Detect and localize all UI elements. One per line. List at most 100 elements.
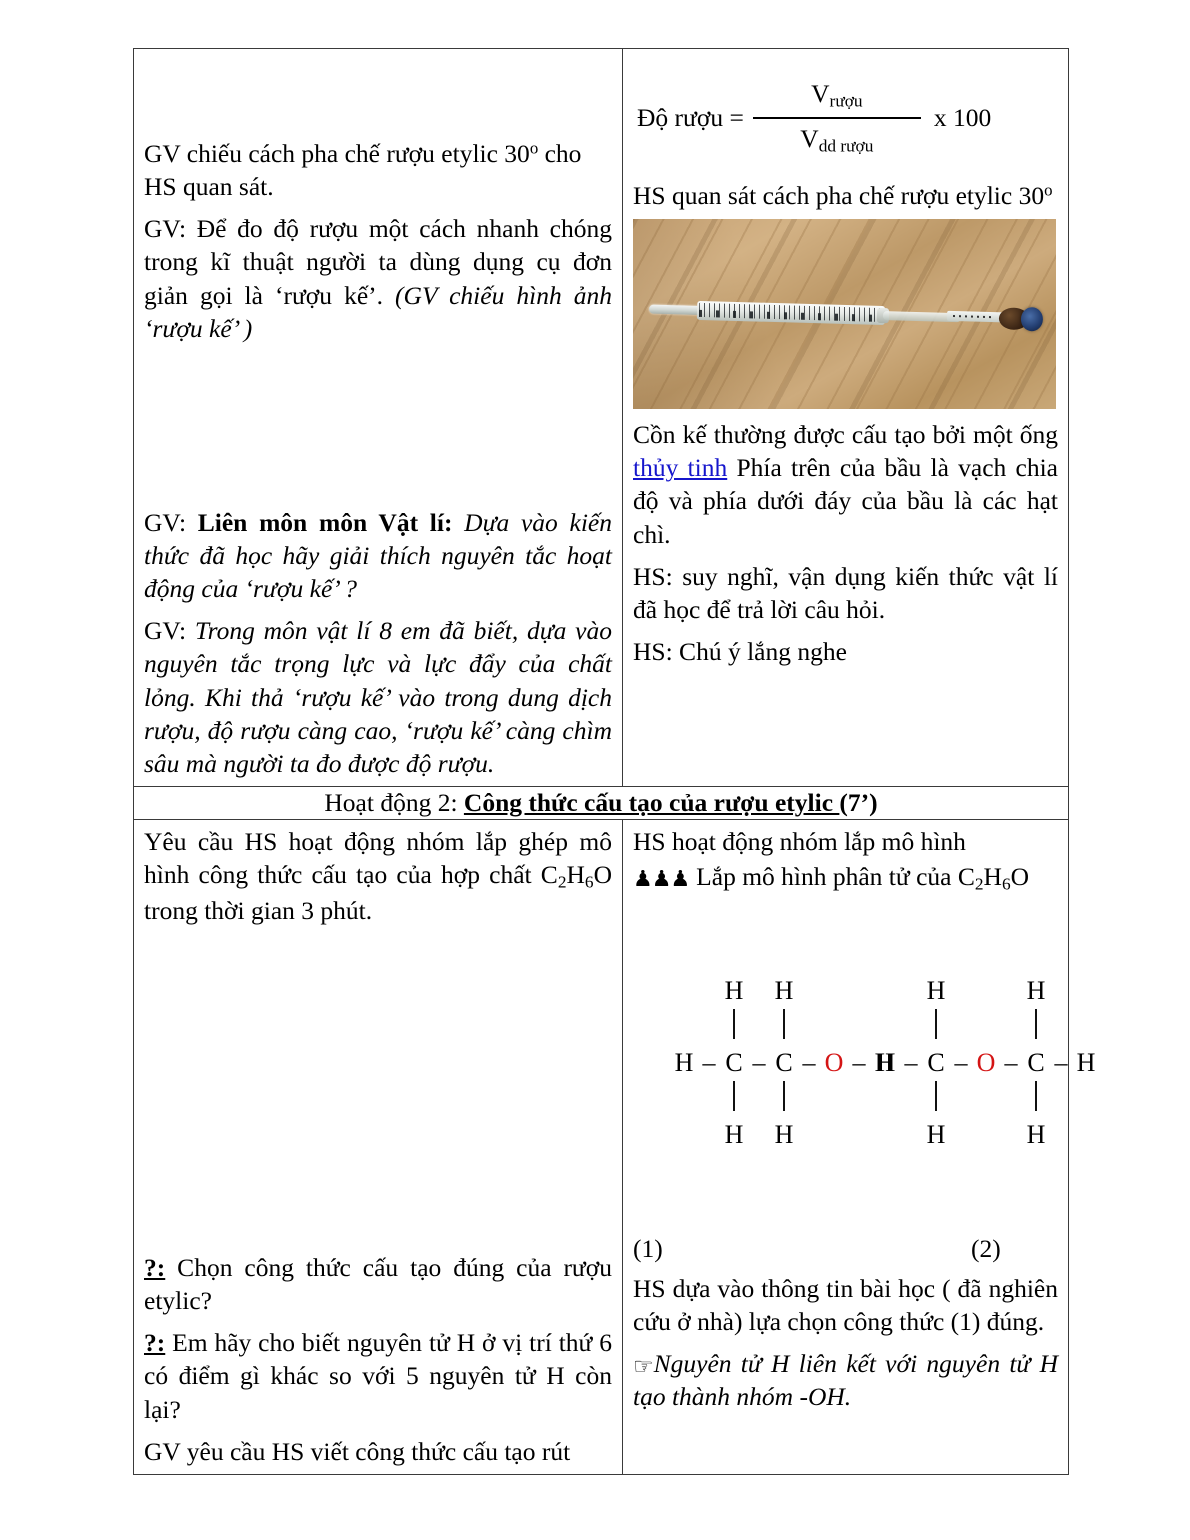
formula-fraction: Vrượu Vdd rượu (752, 79, 922, 157)
s1-bottom-row: H H (671, 1118, 897, 1152)
s1-h-top-1: H (724, 975, 744, 1005)
s2-bond-up-2 (1023, 1009, 1049, 1044)
molecular-structures-diagram: H H H – C – C – O – H H H H H H – C – O … (633, 974, 1096, 1232)
formula-left-side: Độ rượu = (637, 103, 744, 133)
text-con-ke-a: Cồn kế thường được cấu tạo bởi một ống (633, 420, 1058, 450)
formula-denominator: Vdd rượu (800, 124, 873, 157)
paragraph-lien-mon-vat-li: GV: Liên môn môn Vật lí: Dựa vào kiến th… (144, 506, 612, 605)
formula-numerator: Vrượu (811, 79, 862, 112)
paragraph-trong-mon-vat-li-8: GV: Trong môn vật lí 8 em đã biết, dựa v… (144, 614, 612, 780)
s2-o: O (976, 1047, 996, 1077)
paragraph-hs-chu-y: HS: Chú ý lắng nghe (633, 636, 847, 666)
s1-dash-4: – (852, 1047, 866, 1077)
structure-captions: (1) (2) (633, 1234, 1058, 1270)
s2-bottom-row: H H (873, 1118, 1099, 1152)
paragraph-hs-quan-sat: HS quan sát cách pha chế rượu etylic 30o (633, 179, 1058, 212)
structure-2-dimethyl-ether: H H H – C – O – C – H H H (873, 974, 1099, 1152)
activity-prefix: Hoạt động 2: (324, 787, 464, 817)
s1-bottom-bonds (671, 1080, 897, 1118)
s1-bond-up-1 (721, 1009, 747, 1044)
text-h-symbol-right: H (983, 861, 1002, 891)
text-hs-quan-sat: HS quan sát cách pha chế rượu etylic 30 (633, 181, 1045, 210)
s2-h-top-2: H (1026, 975, 1046, 1005)
text-nguyen-tac-trong-luc: Trong môn vật lí 8 em đã biết, dựa vào n… (144, 616, 613, 778)
s2-dash-1: – (904, 1047, 918, 1077)
pointing-hand-icon: ☞ (633, 1354, 654, 1380)
numerator-symbol: V (811, 79, 830, 109)
s1-bond-down-1 (721, 1081, 747, 1116)
s1-c-1: C (725, 1047, 743, 1077)
fraction-bar (752, 117, 921, 119)
paragraph-gv-do-do-ruou: GV: Để đo độ rượu một cách nhanh chóng t… (144, 212, 612, 345)
s2-bond-down-1 (923, 1081, 949, 1116)
numerator-subscript: rượu (829, 91, 863, 111)
s2-h-bot-2: H (1026, 1119, 1046, 1149)
s1-h-bot-1: H (724, 1119, 744, 1149)
cell-teacher-activity-1: GV chiếu cách pha chế rượu etylic 30o ch… (133, 48, 623, 787)
text-lien-mon-bold: Liên môn môn Vật lí: (197, 507, 453, 537)
meter-secondary-label (946, 310, 1006, 323)
text-lap-mo-hinh: Lắp mô hình phân tử của C (696, 861, 975, 891)
paragraph-gv-chieu: GV chiếu cách pha chế rượu etylic 30o ch… (144, 137, 612, 203)
s1-backbone-row: H – C – C – O – H (671, 1046, 897, 1080)
table-row-activity-header: Hoạt động 2: Công thức cấu tạo của rượu … (133, 785, 1069, 820)
text-gv-label-1: GV: (144, 507, 198, 537)
cell-teacher-activity-2: Yêu cầu HS hoạt động nhóm lắp ghép mô hì… (133, 818, 623, 1475)
text-question-2: Em hãy cho biết nguyên tử H ở vị trí thứ… (144, 1328, 612, 1424)
paragraph-hs-hoat-dong-nhom: HS hoạt động nhóm lắp mô hình (633, 826, 966, 856)
s2-bond-down-2 (1023, 1081, 1049, 1116)
formula-multiplier: x 100 (933, 103, 992, 132)
s2-h-top-1: H (926, 975, 946, 1005)
lesson-plan-table: GV chiếu cách pha chế rượu etylic 30o ch… (133, 48, 1096, 1475)
vertical-spacer (144, 354, 612, 506)
degree-superscript-2: o (1044, 180, 1053, 200)
paragraph-hs-suy-nghi: HS: suy nghĩ, vận dụng kiến thức vật lí … (633, 561, 1058, 624)
s1-c-2: C (775, 1047, 793, 1077)
s2-h-right: H (1076, 1047, 1096, 1077)
degree-superscript: o (529, 138, 539, 158)
text-question-1: Chọn công thức cấu tạo đúng của rượu ety… (144, 1253, 612, 1316)
caption-structure-1: (1) (633, 1233, 663, 1263)
s1-dash-3: – (802, 1047, 816, 1077)
s1-h-top-2: H (774, 975, 794, 1005)
structure-1-ethanol: H H H – C – C – O – H H H (671, 974, 897, 1152)
formula-lhs-text: Độ rượu = (637, 103, 744, 132)
meter-weighted-tip (1020, 307, 1044, 332)
paragraph-hs-dua-vao-thong-tin: HS dựa vào thông tin bài học ( đã nghiên… (633, 1273, 1058, 1336)
question-marker-2: ?: (144, 1328, 166, 1358)
alcoholmeter-photo (633, 219, 1056, 410)
s2-top-row: H H (873, 974, 1099, 1008)
s1-dash-2: – (752, 1047, 766, 1077)
s1-h-bot-2: H (774, 1119, 794, 1149)
s2-h-bot-1: H (926, 1119, 946, 1149)
activity-duration: (7’) (839, 787, 878, 817)
paragraph-con-ke-cau-tao: Cồn kế thường được cấu tạo bởi một ống t… (633, 418, 1058, 551)
lower-left-questions: ?: Chọn công thức cấu tạo đúng của rượu … (144, 1251, 612, 1468)
s1-dash-1: – (702, 1047, 716, 1077)
text-gv-label-2: GV: (144, 616, 195, 646)
link-thuy-tinh[interactable]: thủy tinh (633, 453, 727, 482)
s2-c-2: C (1027, 1047, 1045, 1077)
subscript-h6: 6 (584, 872, 594, 892)
table-row-activity2: Yêu cầu HS hoạt động nhóm lắp ghép mô hì… (133, 818, 1096, 1475)
s1-h-left: H (674, 1047, 694, 1077)
activity2-heading: Hoạt động 2: Công thức cấu tạo của rượu … (134, 787, 1068, 819)
subscript-h6-right: 6 (1001, 874, 1011, 894)
text-yeu-cau-a: Yêu cầu HS hoạt động nhóm lắp ghép mô hì… (144, 826, 612, 889)
people-group-icon: ♟♟♟ (633, 865, 690, 891)
table-row-activity1: GV chiếu cách pha chế rượu etylic 30o ch… (133, 48, 1069, 787)
s1-top-bonds (671, 1008, 897, 1046)
s2-dash-2: – (954, 1047, 968, 1077)
cell-student-activity-1: Độ rượu = Vrượu Vdd rượu x 100 HS quan s… (622, 48, 1069, 787)
s2-bond-up-1 (923, 1009, 949, 1044)
text-o-symbol-right: O (1010, 861, 1030, 891)
meter-scale (696, 301, 886, 326)
s2-dash-3: – (1004, 1047, 1018, 1077)
s2-bottom-bonds (873, 1080, 1099, 1118)
s1-top-row: H H (671, 974, 897, 1008)
meter-stem (648, 304, 702, 316)
s2-h-left: H (876, 1047, 896, 1077)
document-page: GV chiếu cách pha chế rượu etylic 30o ch… (0, 0, 1190, 1540)
activity-title: Công thức cấu tạo của rượu etylic (463, 787, 840, 817)
s1-bond-up-2 (771, 1009, 797, 1044)
